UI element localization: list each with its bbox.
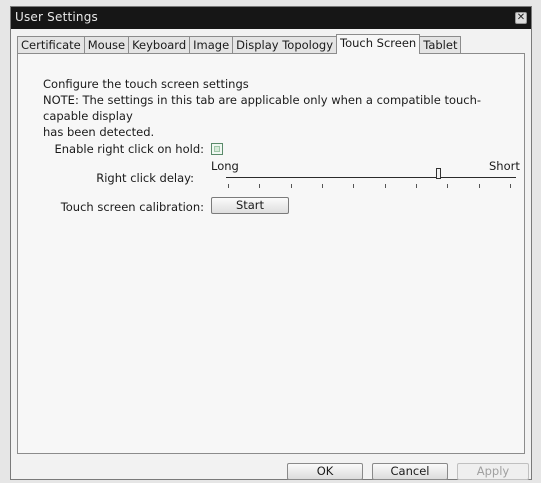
- right-click-hold-checkbox[interactable]: [211, 143, 223, 155]
- tab-image[interactable]: Image: [189, 36, 234, 54]
- start-calibration-button[interactable]: Start: [211, 197, 289, 214]
- slider-tick: [478, 184, 480, 188]
- titlebar[interactable]: User Settings ✕: [11, 7, 531, 29]
- tab-certificate[interactable]: Certificate: [17, 36, 85, 54]
- slider-tick: [259, 184, 261, 188]
- slider-tick: [290, 184, 292, 188]
- window-title: User Settings: [15, 10, 98, 24]
- slider-tick: [510, 184, 511, 188]
- tab-display-topology[interactable]: Display Topology: [232, 36, 337, 54]
- right-click-delay-label: Right click delay:: [96, 171, 194, 185]
- intro-line-1: Configure the touch screen settings: [43, 77, 249, 91]
- tab-bar: Certificate Mouse Keyboard Image Display…: [17, 34, 462, 54]
- cancel-button[interactable]: Cancel: [372, 463, 448, 480]
- ok-button[interactable]: OK: [287, 463, 363, 480]
- user-settings-window: User Settings ✕ Certificate Mouse Keyboa…: [10, 6, 532, 480]
- intro-line-3: has been detected.: [43, 125, 155, 139]
- right-click-hold-label: Enable right click on hold:: [54, 142, 204, 156]
- slider-tick: [384, 184, 386, 188]
- tab-keyboard[interactable]: Keyboard: [128, 36, 191, 54]
- slider-tick: [416, 184, 417, 188]
- touch-screen-panel: Configure the touch screen settings NOTE…: [17, 53, 525, 454]
- tab-mouse[interactable]: Mouse: [83, 36, 130, 54]
- slider-min-label: Long: [211, 159, 239, 173]
- slider-tick: [447, 184, 449, 188]
- slider-track[interactable]: [226, 177, 516, 178]
- slider-tick: [322, 184, 323, 188]
- slider-max-label: Short: [489, 159, 520, 173]
- slider-handle[interactable]: [435, 168, 441, 179]
- slider-tick: [353, 184, 355, 188]
- slider-tick: [228, 184, 229, 188]
- intro-text: Configure the touch screen settings NOTE…: [43, 76, 513, 140]
- apply-button[interactable]: Apply: [457, 463, 529, 480]
- tab-touch-screen[interactable]: Touch Screen: [336, 34, 421, 54]
- close-icon[interactable]: ✕: [515, 12, 527, 24]
- calibration-label: Touch screen calibration:: [60, 200, 204, 214]
- intro-line-2: NOTE: The settings in this tab are appli…: [43, 93, 482, 123]
- tab-tablet[interactable]: Tablet: [419, 36, 462, 54]
